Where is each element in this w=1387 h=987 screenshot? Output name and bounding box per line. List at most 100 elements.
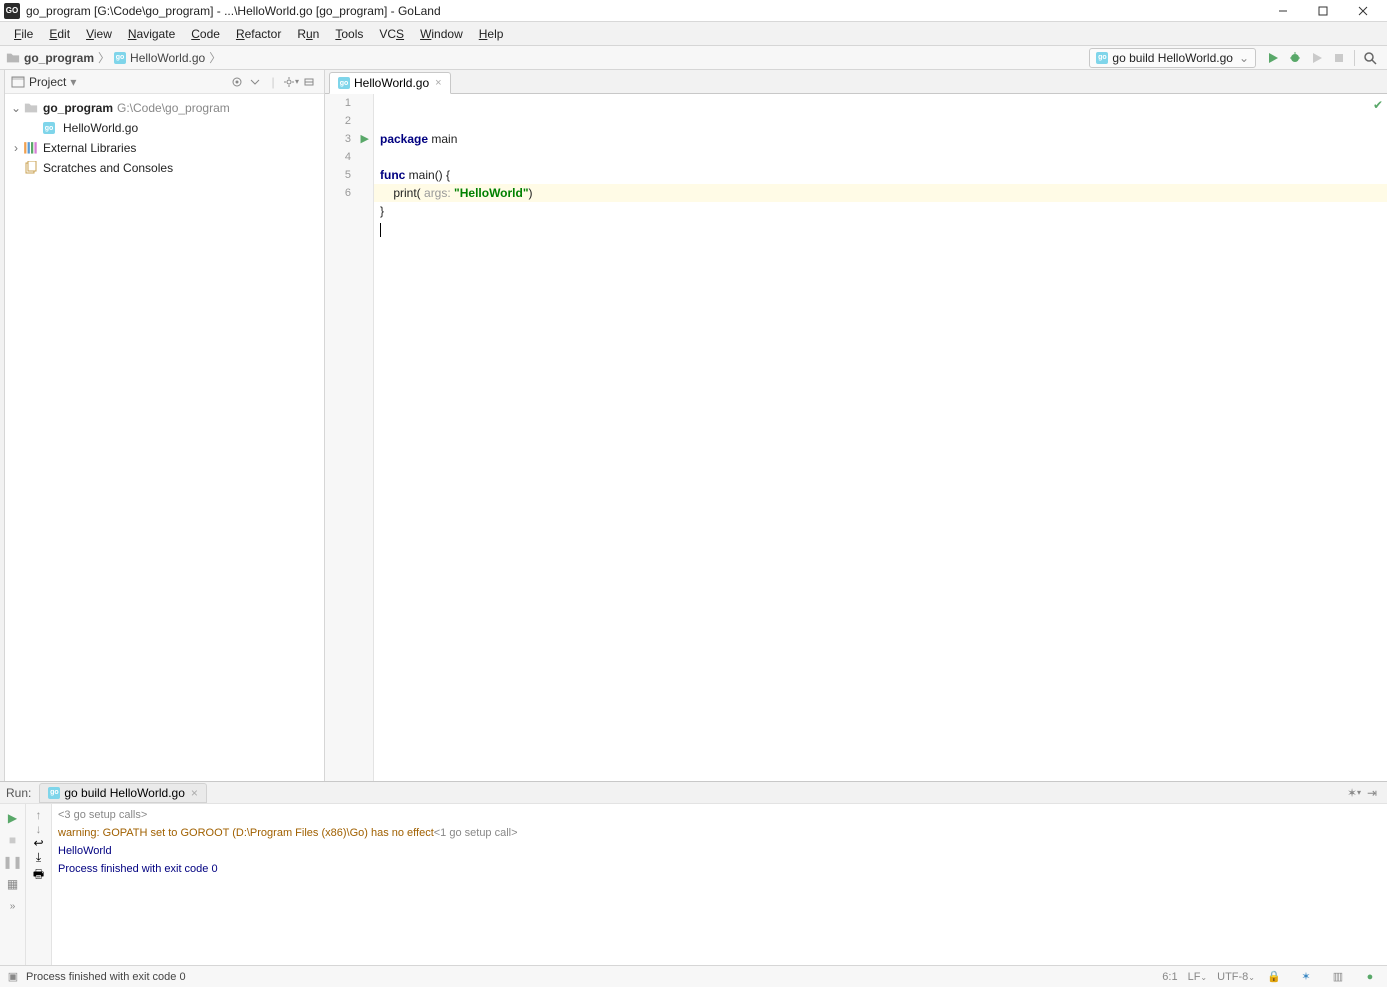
menu-navigate[interactable]: Navigate — [120, 22, 183, 45]
print-button[interactable]: 🖶 — [33, 865, 44, 886]
tree-file-label: HelloWorld.go — [63, 121, 138, 135]
console-warning: warning: GOPATH set to GOROOT (D:\Progra… — [58, 827, 434, 839]
menu-run[interactable]: Run — [289, 22, 327, 45]
run-gutter-icon[interactable]: ▶ — [361, 130, 369, 148]
menu-help[interactable]: Help — [471, 22, 512, 45]
hide-icon[interactable]: ⇥ — [1363, 786, 1381, 800]
breadcrumb-root[interactable]: go_program — [6, 51, 94, 65]
chevron-down-icon[interactable]: ⌄ — [9, 101, 23, 115]
line-number: 2 — [325, 112, 351, 130]
menu-vcs[interactable]: VCS — [371, 22, 412, 45]
close-tab-icon[interactable]: × — [435, 77, 441, 89]
menu-edit[interactable]: Edit — [41, 22, 78, 45]
editor-gutter: 1 2 3 4 5 6 ▶ — [325, 94, 374, 781]
breadcrumb-file[interactable]: go HelloWorld.go — [114, 51, 205, 65]
menu-tools[interactable]: Tools — [327, 22, 371, 45]
tree-root[interactable]: ⌄ go_program G:\Code\go_program — [5, 98, 324, 118]
window-title: go_program [G:\Code\go_program] - ...\He… — [26, 4, 1263, 18]
tree-scratches[interactable]: Scratches and Consoles — [5, 158, 324, 178]
menu-file[interactable]: File — [6, 22, 41, 45]
status-message: Process finished with exit code 0 — [26, 971, 186, 983]
chevron-right-icon[interactable]: › — [9, 141, 23, 155]
layout-button[interactable]: ▦ — [3, 874, 23, 894]
breadcrumb: go_program 〉 go HelloWorld.go 〉 — [0, 49, 1089, 66]
editor-tab[interactable]: go HelloWorld.go × — [329, 72, 451, 94]
minimize-button[interactable] — [1263, 0, 1303, 22]
console-line: <3 go setup calls> — [58, 809, 147, 821]
code-area[interactable]: package main func main() { print( args: … — [374, 94, 1387, 781]
breadcrumb-root-label: go_program — [24, 51, 94, 65]
run-coverage-button[interactable] — [1306, 47, 1328, 69]
up-button[interactable]: ↑ — [36, 808, 42, 822]
editor[interactable]: 1 2 3 4 5 6 ▶ package main func main() {… — [325, 94, 1387, 781]
menu-refactor[interactable]: Refactor — [228, 22, 289, 45]
run-header-label: Run: — [6, 786, 31, 800]
app-icon: GO — [4, 3, 20, 19]
run-config-label: go build HelloWorld.go — [1112, 51, 1233, 65]
tree-file[interactable]: go HelloWorld.go — [5, 118, 324, 138]
expand-all-button[interactable] — [246, 73, 264, 91]
tree-root-label: go_program — [43, 101, 113, 115]
scroll-end-button[interactable]: ⤓ — [36, 850, 41, 865]
rerun-button[interactable]: ▶ — [3, 808, 23, 828]
stop-button[interactable] — [1328, 47, 1350, 69]
file-encoding[interactable]: UTF-8⌄ — [1217, 971, 1255, 983]
run-tab-label: go build HelloWorld.go — [64, 786, 185, 800]
project-header-label[interactable]: Project ▾ — [11, 75, 228, 89]
navigation-bar: go_program 〉 go HelloWorld.go 〉 go go bu… — [0, 46, 1387, 70]
project-tool-window: Project ▾ | ▾ ⌄ go_program G:\Code\go_pr… — [5, 70, 325, 781]
folder-icon — [6, 51, 20, 65]
expand-button[interactable]: » — [3, 896, 23, 916]
close-button[interactable] — [1343, 0, 1383, 22]
tree-external-libraries[interactable]: › External Libraries — [5, 138, 324, 158]
titlebar: GO go_program [G:\Code\go_program] - ...… — [0, 0, 1387, 22]
menu-code[interactable]: Code — [183, 22, 228, 45]
toolbar-divider — [1354, 50, 1355, 66]
console-output[interactable]: <3 go setup calls> warning: GOPATH set t… — [52, 804, 1387, 965]
stop-button[interactable]: ■ — [3, 830, 23, 850]
console-line: HelloWorld — [58, 845, 112, 857]
down-button[interactable]: ↓ — [36, 822, 42, 836]
close-tab-icon[interactable]: × — [191, 786, 198, 800]
pause-button[interactable]: ❚❚ — [3, 852, 23, 872]
chevron-down-icon: ▾ — [70, 75, 76, 89]
tree-root-path: G:\Code\go_program — [117, 101, 230, 115]
line-number: 1 — [325, 94, 351, 112]
editor-tabs: go HelloWorld.go × — [325, 70, 1387, 94]
hide-button[interactable] — [300, 73, 318, 91]
run-button[interactable] — [1262, 47, 1284, 69]
go-file-icon: go — [114, 52, 126, 64]
run-body: ▶ ■ ❚❚ ▦ » ↑ ↓ ↩ ⤓ 🖶 <3 go setup calls> … — [0, 804, 1387, 965]
memory-indicator-icon[interactable]: ▥ — [1329, 970, 1347, 983]
tree-scratches-label: Scratches and Consoles — [43, 161, 173, 175]
settings-button[interactable]: ▾ — [282, 73, 300, 91]
project-tree[interactable]: ⌄ go_program G:\Code\go_program go Hello… — [5, 94, 324, 781]
notifications-icon[interactable]: ● — [1361, 971, 1379, 983]
main-area: Project ▾ | ▾ ⌄ go_program G:\Code\go_pr… — [0, 70, 1387, 781]
run-config-selector[interactable]: go go build HelloWorld.go ⌄ — [1089, 48, 1256, 68]
console-line: <1 go setup call> — [434, 827, 518, 839]
line-number: 5 — [325, 166, 351, 184]
search-button[interactable] — [1359, 47, 1381, 69]
menu-window[interactable]: Window — [412, 22, 471, 45]
breadcrumb-sep-icon: 〉 — [209, 49, 221, 66]
cursor-position[interactable]: 6:1 — [1162, 971, 1177, 983]
maximize-button[interactable] — [1303, 0, 1343, 22]
folder-icon — [23, 100, 39, 116]
run-side-toolbar-1: ▶ ■ ❚❚ ▦ » — [0, 804, 26, 965]
line-separator[interactable]: LF⌄ — [1188, 971, 1208, 983]
breadcrumb-sep-icon: 〉 — [98, 49, 110, 66]
console-line: Process finished with exit code 0 — [58, 863, 218, 875]
menu-view[interactable]: View — [78, 22, 120, 45]
run-tab[interactable]: go go build HelloWorld.go × — [39, 783, 207, 803]
lock-icon[interactable]: 🔒 — [1265, 970, 1283, 983]
locate-button[interactable] — [228, 73, 246, 91]
tool-windows-icon[interactable]: ▣ — [4, 970, 22, 983]
settings-icon[interactable]: ✶▾ — [1345, 786, 1363, 800]
line-number: 4 — [325, 148, 351, 166]
go-file-icon: go — [338, 77, 350, 89]
toolbar-right: go go build HelloWorld.go ⌄ — [1089, 47, 1387, 69]
soft-wrap-button[interactable]: ↩ — [33, 836, 43, 850]
ide-settings-icon[interactable]: ✶ — [1297, 970, 1315, 983]
debug-button[interactable] — [1284, 47, 1306, 69]
